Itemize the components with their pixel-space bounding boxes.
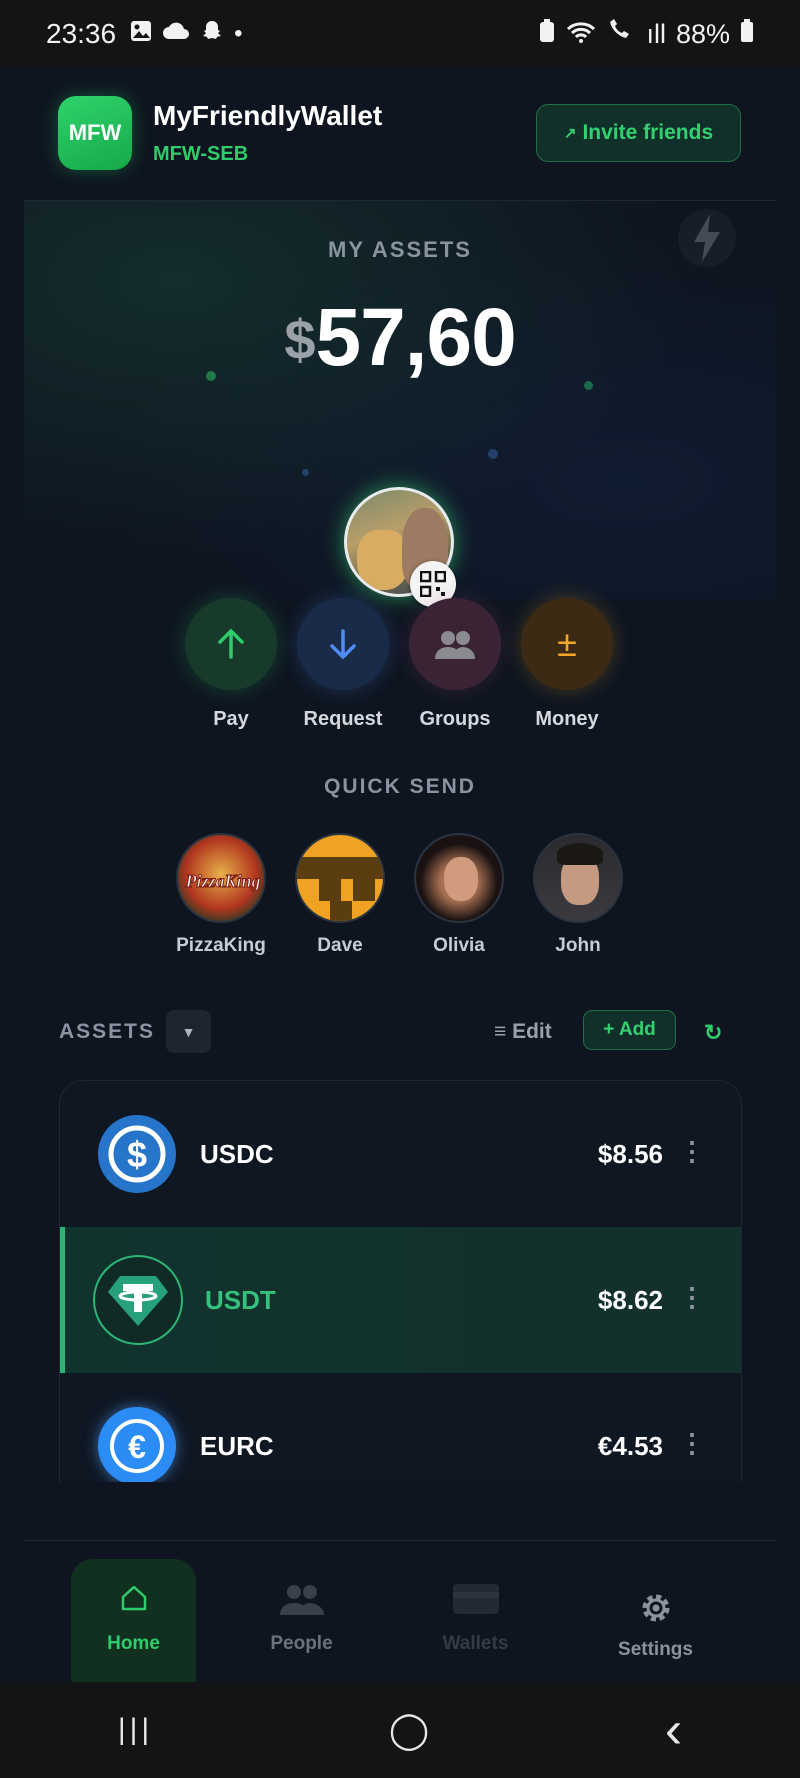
- contact-avatar: [414, 833, 504, 923]
- arrow-up-right-icon: ↗: [563, 125, 577, 142]
- asset-list: $ USDC $8.56 ⋮ USDT $8.62 ⋮ € EURC €4.53…: [59, 1080, 742, 1482]
- groups-label: Groups: [419, 708, 491, 730]
- assets-dropdown[interactable]: ▼: [166, 1010, 211, 1053]
- money-button[interactable]: ± Money: [512, 598, 622, 731]
- asset-row-usdt[interactable]: USDT $8.62 ⋮: [60, 1227, 741, 1373]
- contact-name: John: [555, 935, 601, 956]
- gallery-icon: [130, 20, 152, 49]
- my-assets-label: MY ASSETS: [328, 237, 472, 262]
- contact-name: Olivia: [433, 935, 485, 956]
- contact-olivia[interactable]: Olivia: [399, 833, 519, 957]
- invite-friends-button[interactable]: ↗ Invite friends: [536, 104, 741, 162]
- contact-john[interactable]: John: [518, 833, 638, 957]
- decor-dot: [584, 381, 593, 390]
- signal-icon: ıll: [646, 18, 666, 49]
- battery-percent: 88%: [675, 18, 730, 49]
- quick-send-contacts: PizzaKing PizzaKing Dave Olivia John: [0, 833, 800, 956]
- people-icon: [239, 1583, 364, 1627]
- app-title: MyFriendlyWallet: [153, 100, 383, 131]
- assets-toolbar: ASSETS ▼ ≡ Edit + Add ↻: [0, 1008, 800, 1068]
- contact-avatar: [295, 833, 385, 923]
- contact-avatar: [533, 833, 623, 923]
- asset-row-eurc[interactable]: € EURC €4.53 ⋮: [60, 1373, 741, 1482]
- wallet-id: MFW-SEB: [153, 143, 249, 165]
- quick-actions: Pay Request Groups ± Money: [0, 598, 800, 731]
- home-button[interactable]: ◯: [389, 1709, 429, 1751]
- contact-pizzaking[interactable]: PizzaKing PizzaKing: [161, 833, 281, 957]
- asset-name: USDC: [200, 1139, 274, 1169]
- gear-icon: [593, 1589, 718, 1633]
- more-options-icon[interactable]: ⋮: [679, 1428, 705, 1459]
- status-bar: 23:36 • ıll 88%: [0, 0, 800, 68]
- svg-text:$: $: [127, 1134, 147, 1175]
- nav-people[interactable]: People: [239, 1559, 364, 1699]
- eurc-icon: €: [98, 1407, 176, 1482]
- invite-friends-label: Invite friends: [582, 121, 714, 144]
- groups-button[interactable]: Groups: [400, 598, 510, 731]
- add-asset-button[interactable]: + Add: [583, 1010, 676, 1050]
- wallet-icon: [413, 1583, 538, 1627]
- assets-label: ASSETS: [59, 1020, 156, 1043]
- request-button[interactable]: Request: [288, 598, 398, 731]
- cloud-icon: [162, 20, 190, 48]
- app-screen: MFW MyFriendlyWallet MFW-SEB ↗ Invite fr…: [0, 68, 800, 1750]
- wifi-calling-icon: [606, 18, 636, 51]
- svg-text:PizzaKing: PizzaKing: [184, 871, 260, 891]
- contact-dave[interactable]: Dave: [280, 833, 400, 957]
- home-icon: [71, 1583, 196, 1627]
- pixel-avatar-icon: [297, 857, 383, 921]
- plus-minus-icon: ±: [521, 598, 613, 690]
- system-nav-bar: ||| ◯ ‹: [0, 1682, 800, 1778]
- asset-row-usdc[interactable]: $ USDC $8.56 ⋮: [60, 1081, 741, 1227]
- pay-label: Pay: [213, 708, 249, 730]
- clock: 23:36: [46, 18, 117, 49]
- arrow-up-icon: [185, 598, 277, 690]
- request-label: Request: [303, 708, 383, 730]
- asset-value: $8.62: [597, 1285, 663, 1315]
- recents-button[interactable]: |||: [118, 1713, 153, 1747]
- pizza-logo-icon: PizzaKing: [184, 871, 261, 892]
- people-icon: [409, 598, 501, 690]
- svg-text:€: €: [128, 1429, 146, 1465]
- usdt-icon: [93, 1255, 183, 1345]
- decor-dot: [302, 469, 309, 476]
- battery-icon: [740, 18, 754, 50]
- more-options-icon[interactable]: ⋮: [679, 1282, 705, 1313]
- nav-label: Wallets: [442, 1633, 509, 1654]
- nav-label: Settings: [618, 1639, 693, 1660]
- contact-name: Dave: [317, 935, 363, 956]
- quick-send-title: QUICK SEND: [324, 775, 476, 798]
- back-button[interactable]: ‹: [665, 1700, 682, 1760]
- arrow-down-icon: [297, 598, 389, 690]
- balance-amount: 57,60: [315, 292, 516, 383]
- nav-home[interactable]: Home: [71, 1559, 196, 1699]
- snapchat-icon: [200, 19, 224, 50]
- more-options-icon[interactable]: ⋮: [679, 1136, 705, 1167]
- decor-dot: [488, 449, 498, 459]
- refresh-icon[interactable]: ↻: [704, 1020, 722, 1046]
- money-label: Money: [535, 708, 599, 730]
- wifi-icon: [566, 19, 596, 50]
- contact-avatar: PizzaKing: [176, 833, 266, 923]
- asset-name: USDT: [205, 1285, 276, 1315]
- nav-label: Home: [107, 1633, 160, 1654]
- asset-name: EURC: [200, 1431, 274, 1461]
- app-header: MFW MyFriendlyWallet MFW-SEB ↗ Invite fr…: [0, 68, 800, 200]
- contact-name: PizzaKing: [176, 935, 266, 956]
- currency-symbol: $: [284, 308, 316, 371]
- notification-dot: •: [234, 20, 243, 47]
- battery-saver-icon: [538, 18, 556, 51]
- nav-settings[interactable]: Settings: [593, 1559, 718, 1699]
- asset-value: €4.53: [597, 1431, 663, 1461]
- edit-button[interactable]: ≡ Edit: [494, 1020, 552, 1044]
- assets-hero: MY ASSETS $57,60: [24, 200, 776, 607]
- pay-button[interactable]: Pay: [176, 598, 286, 731]
- asset-value: $8.56: [597, 1139, 663, 1169]
- nav-label: People: [270, 1633, 333, 1654]
- nav-wallets[interactable]: Wallets: [413, 1559, 538, 1699]
- total-balance: $57,60: [24, 291, 776, 385]
- decor-dot: [206, 371, 216, 381]
- app-logo: MFW: [58, 96, 132, 170]
- usdc-icon: $: [98, 1115, 176, 1193]
